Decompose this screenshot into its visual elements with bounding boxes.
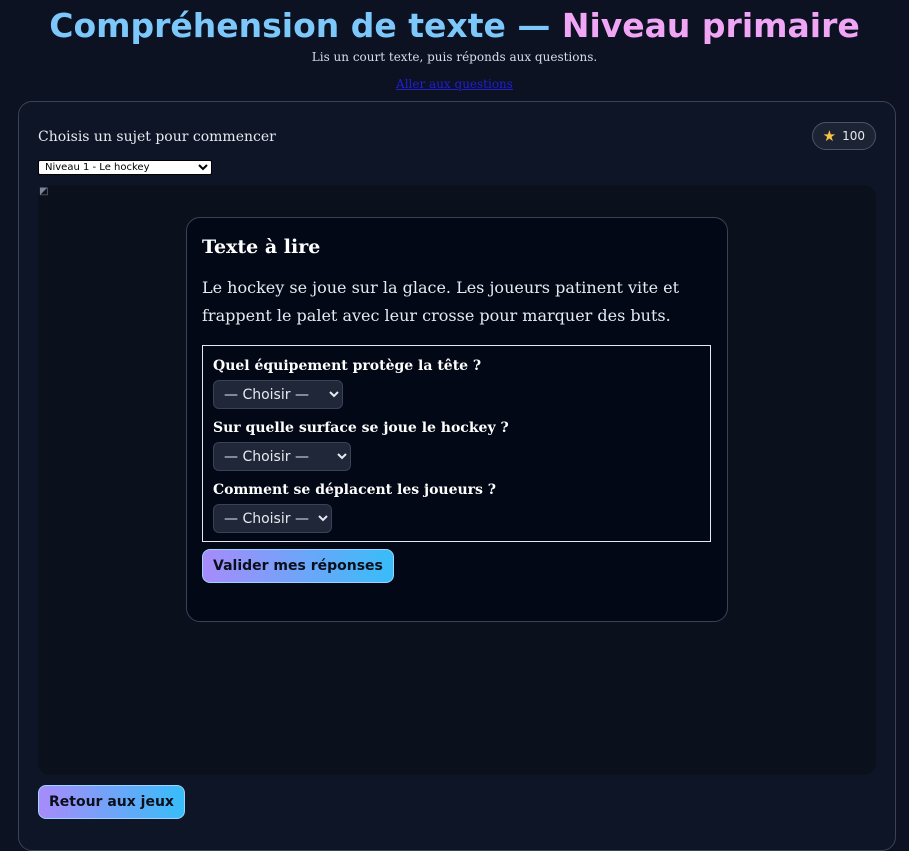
back-to-games-button[interactable]: Retour aux jeux [38,785,185,819]
answer-select-3[interactable]: — Choisir — [213,504,332,533]
broken-image-icon: ◩ [39,186,49,197]
validate-answers-button[interactable]: Valider mes réponses [202,549,394,583]
page-header: Compréhension de texte — Niveau primaire… [0,0,909,100]
questions-fieldset: Quel équipement protège la tête ? — Choi… [202,345,711,542]
skip-to-questions-link[interactable]: Aller aux questions [396,77,513,91]
score-value: 100 [842,129,865,143]
reading-panel: Texte à lire Le hockey se joue sur la gl… [186,217,728,622]
page-title: Compréhension de texte — Niveau primaire [0,4,909,48]
question-item: Sur quelle surface se joue le hockey ? —… [213,418,700,471]
question-label: Comment se déplacent les joueurs ? [213,482,497,498]
page-title-main: Compréhension de texte — [49,6,562,45]
skip-link-container: Aller aux questions [0,77,909,91]
question-item: Quel équipement protège la tête ? — Choi… [213,356,700,409]
score-badge: ★ 100 [811,122,876,150]
question-label: Quel équipement protège la tête ? [213,358,482,374]
page-title-level: Niveau primaire [561,6,860,45]
page-subtitle: Lis un court texte, puis réponds aux que… [311,50,598,64]
level-select[interactable]: Niveau 1 - Le hockey [38,160,212,175]
topic-label: Choisis un sujet pour commencer [38,129,276,145]
game-area: ◩ Texte à lire Le hockey se joue sur la … [38,185,876,775]
reading-passage: Le hockey se joue sur la glace. Les joue… [202,278,680,325]
star-icon: ★ [822,126,837,145]
game-card: Choisis un sujet pour commencer ★ 100 Ni… [18,101,896,851]
answer-select-2[interactable]: — Choisir — [213,442,351,471]
question-label: Sur quelle surface se joue le hockey ? [213,420,509,436]
reading-panel-title: Texte à lire [202,236,321,258]
question-item: Comment se déplacent les joueurs ? — Cho… [213,480,700,533]
answer-select-1[interactable]: — Choisir — [213,380,343,409]
